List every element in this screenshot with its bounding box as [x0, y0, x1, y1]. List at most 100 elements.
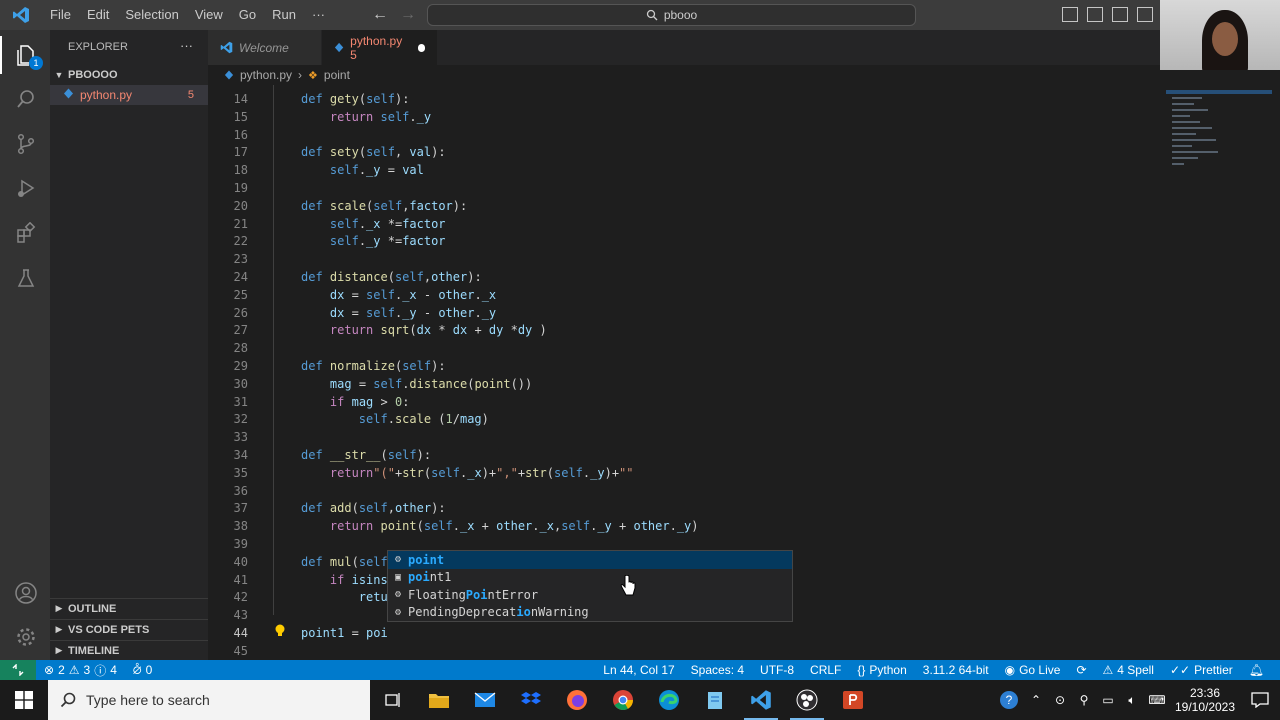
code-line[interactable]: 16: [208, 126, 1168, 144]
code-line[interactable]: 34 def __str__(self):: [208, 446, 1168, 464]
suggestion-item[interactable]: ⚙ Floating Poi ntError: [388, 586, 792, 604]
menu-file[interactable]: File: [42, 0, 79, 30]
toggle-panel-icon[interactable]: [1087, 7, 1103, 22]
toggle-primary-sidebar-icon[interactable]: [1062, 7, 1078, 22]
volume-icon[interactable]: 🔈︎: [1120, 680, 1144, 720]
suggestion-item[interactable]: ▣ poi nt1: [388, 569, 792, 587]
tab-welcome[interactable]: Welcome: [208, 30, 322, 65]
code-line[interactable]: 22 self._y *=factor: [208, 232, 1168, 250]
timeline-section[interactable]: ▶ TIMELINE: [50, 640, 208, 660]
cursor-position[interactable]: Ln 44, Col 17: [595, 663, 682, 677]
task-view-icon[interactable]: [370, 680, 416, 720]
vertical-scrollbar[interactable]: [1272, 85, 1280, 660]
notifications-bell-icon[interactable]: 🔔︎: [1241, 663, 1272, 677]
code-line[interactable]: 27 return sqrt(dx * dx + dy *dy ): [208, 321, 1168, 339]
taskbar-search[interactable]: Type here to search: [48, 680, 370, 720]
vscode-pets-section[interactable]: ▶ VS CODE PETS: [50, 619, 208, 639]
vscode-taskbar-icon[interactable]: [738, 680, 784, 720]
source-control-icon[interactable]: [13, 131, 39, 157]
explorer-more-actions[interactable]: ···: [180, 38, 193, 53]
file-item-python[interactable]: python.py 5: [50, 85, 208, 105]
toggle-secondary-sidebar-icon[interactable]: [1112, 7, 1128, 22]
command-center[interactable]: pbooo: [427, 4, 916, 26]
minimap[interactable]: [1166, 85, 1274, 185]
code-line[interactable]: 35 return"("+str(self._x)+","+str(self._…: [208, 464, 1168, 482]
sync-icon[interactable]: ⟳: [1068, 663, 1094, 677]
code-line[interactable]: 33: [208, 428, 1168, 446]
account-icon[interactable]: [13, 580, 39, 606]
keyboard-language-icon[interactable]: ⌨: [1144, 680, 1170, 720]
unsaved-dot-icon[interactable]: [417, 43, 425, 52]
lightbulb-icon[interactable]: [274, 624, 286, 641]
breadcrumb-file[interactable]: python.py: [240, 68, 292, 82]
code-line[interactable]: 23: [208, 250, 1168, 268]
menu-run[interactable]: Run: [264, 0, 304, 30]
code-line[interactable]: 26 dx = self._y - other._y: [208, 304, 1168, 322]
code-line[interactable]: 21 self._x *=factor: [208, 215, 1168, 233]
code-line[interactable]: 19: [208, 179, 1168, 197]
code-line[interactable]: 45: [208, 642, 1168, 660]
code-line[interactable]: 15 return self._y: [208, 108, 1168, 126]
usb-icon[interactable]: ⚲: [1072, 680, 1096, 720]
obs-icon[interactable]: [784, 680, 830, 720]
code-line[interactable]: 38 return point(self._x + other._x,self.…: [208, 517, 1168, 535]
menu-go[interactable]: Go: [231, 0, 264, 30]
outline-section[interactable]: ▶ OUTLINE: [50, 598, 208, 618]
code-line[interactable]: 24 def distance(self,other):: [208, 268, 1168, 286]
suggestion-item[interactable]: ⚙ PendingDeprecat io nWarning: [388, 604, 792, 622]
indentation[interactable]: Spaces: 4: [683, 663, 752, 677]
menu-selection[interactable]: Selection: [117, 0, 186, 30]
network-icon[interactable]: ▭: [1096, 680, 1120, 720]
powerpoint-icon[interactable]: [830, 680, 876, 720]
chevron-up-icon[interactable]: ⌃: [1024, 680, 1048, 720]
testing-flask-icon[interactable]: [13, 265, 39, 291]
code-line[interactable]: 18 self._y = val: [208, 161, 1168, 179]
problems-indicator[interactable]: ⊗ 2 ⚠ 3 ⓘ 4: [36, 662, 125, 679]
search-view-icon[interactable]: [13, 86, 39, 112]
code-line[interactable]: 25 dx = self._x - other._x: [208, 286, 1168, 304]
explorer-icon[interactable]: 1: [0, 36, 43, 74]
code-line[interactable]: 44 point1 = poi: [208, 624, 1168, 642]
customize-layout-icon[interactable]: [1137, 7, 1153, 22]
mail-icon[interactable]: [462, 680, 508, 720]
workspace-folder[interactable]: ▼ PBOOOO: [50, 65, 208, 85]
code-line[interactable]: 14 def gety(self):: [208, 90, 1168, 108]
go-live-button[interactable]: ◉ Go Live: [997, 663, 1069, 677]
windows-start-icon[interactable]: [0, 680, 48, 720]
firefox-icon[interactable]: [554, 680, 600, 720]
notepad-icon[interactable]: [692, 680, 738, 720]
settings-gear-icon[interactable]: [13, 624, 39, 650]
code-line[interactable]: 32 self.scale (1/mag): [208, 410, 1168, 428]
back-arrow-icon[interactable]: ←: [372, 6, 388, 24]
menu-edit[interactable]: Edit: [79, 0, 117, 30]
run-debug-icon[interactable]: [13, 175, 39, 201]
notification-center-icon[interactable]: [1240, 680, 1280, 720]
code-line[interactable]: 31 if mag > 0:: [208, 393, 1168, 411]
end-of-line[interactable]: CRLF: [802, 663, 849, 677]
suggestion-widget[interactable]: ⚙ point ▣ poi nt1 ⚙ Floating Poi ntError ⚙ …: [387, 550, 793, 622]
language-mode[interactable]: {} Python: [849, 663, 914, 677]
menu-more[interactable]: ···: [304, 0, 333, 30]
code-line[interactable]: 37 def add(self,other):: [208, 499, 1168, 517]
code-line[interactable]: 36: [208, 482, 1168, 500]
code-line[interactable]: 28: [208, 339, 1168, 357]
python-interpreter[interactable]: 3.11.2 64-bit: [915, 663, 997, 677]
breadcrumb-symbol[interactable]: point: [324, 68, 350, 82]
remote-indicator-icon[interactable]: [0, 660, 36, 680]
code-line[interactable]: 20 def scale(self,factor):: [208, 197, 1168, 215]
edge-icon[interactable]: [646, 680, 692, 720]
forward-arrow-icon[interactable]: →: [400, 6, 416, 24]
code-line[interactable]: 29 def normalize(self):: [208, 357, 1168, 375]
clock[interactable]: 23:36 19/10/2023: [1170, 686, 1240, 714]
code-line[interactable]: 17 def sety(self, val):: [208, 143, 1168, 161]
prettier-status[interactable]: ✓✓ Prettier: [1162, 663, 1241, 677]
meet-now-icon[interactable]: ⊙: [1048, 680, 1072, 720]
ports-indicator[interactable]: ⦲ 0: [125, 663, 160, 678]
extensions-icon[interactable]: [13, 220, 39, 246]
help-icon[interactable]: ?: [994, 680, 1024, 720]
tab-python[interactable]: python.py 5: [322, 30, 438, 65]
suggestion-item[interactable]: ⚙ point: [388, 551, 792, 569]
dropbox-icon[interactable]: [508, 680, 554, 720]
menu-view[interactable]: View: [187, 0, 231, 30]
code-line[interactable]: 30 mag = self.distance(point()): [208, 375, 1168, 393]
